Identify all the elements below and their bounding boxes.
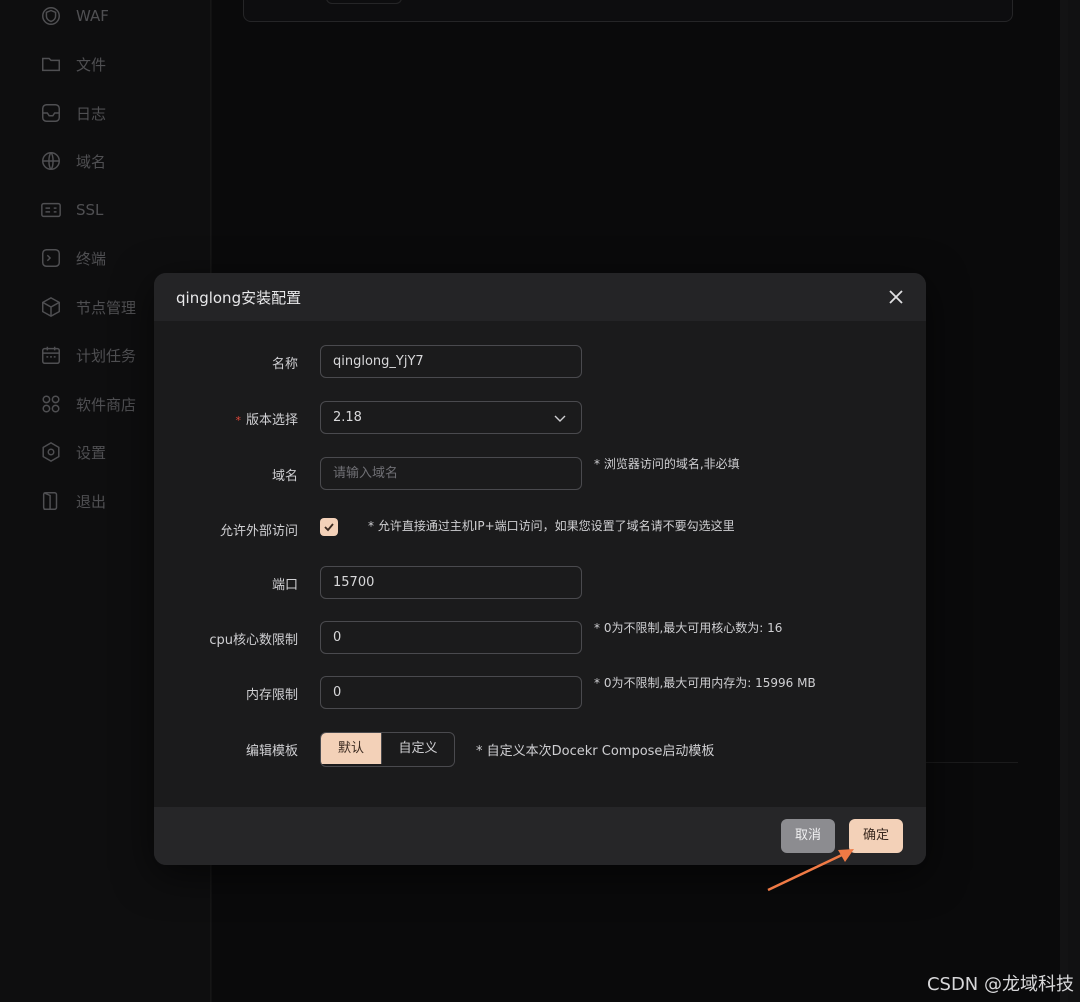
form-row-memory: 内存限制 * 0为不限制,最大可用内存为: 15996 MB	[154, 676, 926, 712]
chevron-down-icon	[554, 415, 566, 422]
template-default-option[interactable]: 默认	[321, 733, 381, 764]
memory-input[interactable]	[320, 676, 582, 709]
form-row-name: 名称	[154, 345, 926, 381]
form-row-port: 端口	[154, 566, 926, 602]
form-row-version: * 版本选择 2.18	[154, 401, 926, 437]
annotation-arrow-icon	[767, 849, 854, 892]
dialog-header: qinglong安装配置	[154, 273, 926, 321]
form-row-cpu: cpu核心数限制 * 0为不限制,最大可用核心数为: 16	[154, 621, 926, 657]
close-icon[interactable]	[886, 287, 906, 307]
template-hint: * 自定义本次Docekr Compose启动模板	[476, 744, 715, 759]
cpu-label: cpu核心数限制	[209, 633, 298, 648]
name-input[interactable]	[320, 345, 582, 378]
form-row-external: 允许外部访问 * 允许直接通过主机IP+端口访问，如果您设置了域名请不要勾选这里	[154, 512, 926, 548]
check-icon	[324, 523, 334, 532]
cpu-hint: * 0为不限制,最大可用核心数为: 16	[594, 621, 783, 635]
domain-hint: * 浏览器访问的域名,非必填	[594, 457, 740, 471]
install-config-dialog: qinglong安装配置 名称 * 版本选择 2.18 域名 * 浏览器访问的域名…	[154, 273, 926, 865]
domain-input[interactable]	[320, 457, 582, 490]
template-custom-option[interactable]: 自定义	[381, 733, 454, 764]
external-access-checkbox[interactable]	[320, 518, 338, 536]
version-label: * 版本选择	[235, 409, 298, 428]
version-select[interactable]: 2.18	[320, 401, 582, 434]
dialog-body: 名称 * 版本选择 2.18 域名 * 浏览器访问的域名,非必填 允许外部访问 *…	[154, 321, 926, 807]
port-label: 端口	[271, 578, 298, 593]
domain-label: 域名	[271, 469, 298, 484]
form-row-domain: 域名 * 浏览器访问的域名,非必填	[154, 457, 926, 493]
form-row-template: 编辑模板 默认 自定义 * 自定义本次Docekr Compose启动模板	[154, 732, 926, 768]
dialog-title: qinglong安装配置	[176, 289, 302, 307]
template-label: 编辑模板	[245, 744, 298, 759]
external-hint: * 允许直接通过主机IP+端口访问，如果您设置了域名请不要勾选这里	[368, 519, 735, 533]
watermark: CSDN @龙域科技	[926, 974, 1074, 995]
cpu-input[interactable]	[320, 621, 582, 654]
name-label: 名称	[271, 357, 298, 372]
memory-hint: * 0为不限制,最大可用内存为: 15996 MB	[594, 676, 816, 690]
template-segmented-control: 默认 自定义	[320, 732, 455, 767]
required-mark: *	[235, 414, 241, 427]
port-input[interactable]	[320, 566, 582, 599]
memory-label: 内存限制	[245, 688, 298, 703]
external-label: 允许外部访问	[219, 524, 298, 539]
version-label-text: 版本选择	[245, 413, 298, 428]
